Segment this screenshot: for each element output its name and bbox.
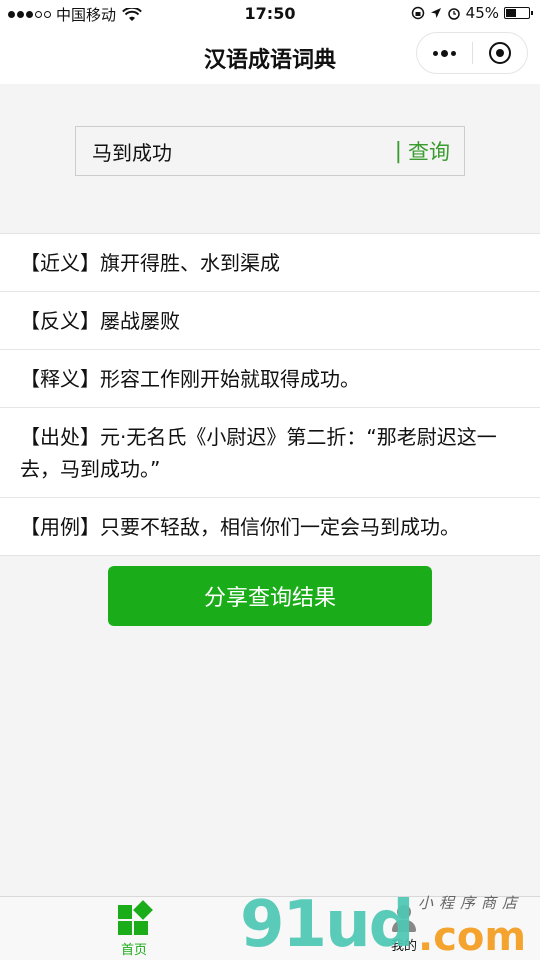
search-separator: | — [394, 138, 402, 164]
result-label: 【近义】 — [20, 251, 100, 275]
result-text: 旗开得胜、水到渠成 — [100, 251, 280, 275]
home-icon — [117, 900, 153, 937]
result-antonym: 【反义】屡战屡败 — [0, 292, 540, 350]
result-synonym: 【近义】旗开得胜、水到渠成 — [0, 234, 540, 292]
tab-home-label: 首页 — [120, 943, 147, 958]
status-right: 45% — [411, 4, 533, 22]
result-label: 【释义】 — [20, 367, 100, 391]
result-label: 【反义】 — [20, 309, 100, 333]
search-input[interactable] — [76, 127, 395, 175]
result-label: 【出处】 — [20, 425, 100, 449]
result-text: 只要不轻敌，相信你们一定会马到成功。 — [100, 515, 460, 539]
result-label: 【用例】 — [20, 515, 100, 539]
tab-home[interactable]: 首页 — [84, 900, 184, 958]
battery-icon — [504, 7, 533, 19]
navigation-bar: 汉语成语词典 — [0, 28, 540, 84]
status-bar: 中国移动 17:50 45% — [0, 0, 540, 28]
result-list: 【近义】旗开得胜、水到渠成 【反义】屡战屡败 【释义】形容工作刚开始就取得成功。… — [0, 233, 540, 556]
result-example: 【用例】只要不轻敌，相信你们一定会马到成功。 — [0, 498, 540, 555]
more-dots-icon — [432, 49, 456, 57]
target-icon — [488, 42, 511, 64]
mini-program-capsule — [416, 32, 528, 74]
tab-bar: 首页 我的 — [0, 896, 540, 960]
result-text: 屡战屡败 — [100, 309, 180, 333]
battery-level — [506, 9, 516, 17]
more-button[interactable] — [417, 33, 472, 73]
close-button[interactable] — [472, 33, 527, 73]
alarm-icon — [447, 8, 460, 20]
share-result-button[interactable]: 分享查询结果 — [108, 566, 432, 626]
rotation-lock-icon — [411, 6, 424, 20]
result-source: 【出处】元·无名氏《小尉迟》第二折：“那老尉迟这一去，马到成功。” — [0, 408, 540, 498]
search-button[interactable]: 查询 — [402, 136, 464, 166]
tab-mine[interactable]: 我的 — [354, 903, 454, 954]
location-icon — [430, 8, 441, 18]
result-text: 形容工作刚开始就取得成功。 — [100, 367, 360, 391]
search-box: | 查询 — [75, 126, 465, 176]
user-icon — [389, 903, 419, 933]
battery-percent: 45% — [465, 4, 499, 22]
result-definition: 【释义】形容工作刚开始就取得成功。 — [0, 350, 540, 408]
tab-mine-label: 我的 — [390, 939, 417, 954]
